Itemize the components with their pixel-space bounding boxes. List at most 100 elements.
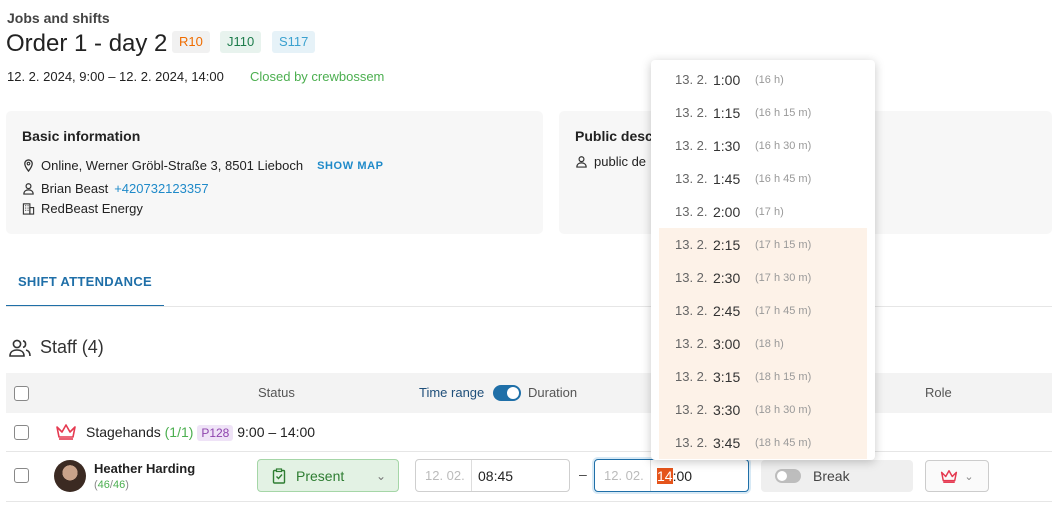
location-row: Online, Werner Gröbl-Straße 3, 8501 Lieb… (22, 158, 384, 173)
option-time: 1:30 (713, 137, 741, 154)
option-time: 3:00 (713, 335, 741, 352)
time-range-duration-toggle[interactable] (485, 384, 525, 402)
option-time: 2:30 (713, 269, 741, 286)
option-date: 13. 2. (675, 105, 708, 120)
option-time: 2:45 (713, 302, 741, 319)
show-map-link[interactable]: SHOW MAP (317, 160, 384, 172)
time-option[interactable]: 13. 2. 2:15 (17 h 15 m) (659, 228, 867, 261)
column-duration: Duration (528, 385, 578, 400)
option-duration: (16 h 15 m) (755, 106, 812, 119)
option-date: 13. 2. (675, 435, 708, 450)
status-select[interactable]: Present ⌄ (257, 459, 399, 492)
time-option[interactable]: 13. 2. 3:00 (18 h) (659, 327, 867, 360)
avatar[interactable] (54, 460, 86, 492)
option-duration: (17 h 45 m) (755, 304, 812, 317)
public-description-text: public de (594, 154, 647, 169)
option-duration: (16 h 45 m) (755, 172, 812, 185)
option-duration: (16 h 30 m) (755, 139, 812, 152)
person-name[interactable]: Heather Harding (94, 461, 195, 476)
option-date: 13. 2. (675, 369, 708, 384)
time-option[interactable]: 13. 2. 3:15 (18 h 15 m) (659, 360, 867, 393)
end-date: 12. 02. (595, 460, 651, 491)
staff-heading: Staff (4) (8, 337, 104, 358)
basic-info-title: Basic information (22, 128, 141, 144)
closed-by-status: Closed by crewbossem (250, 69, 385, 84)
company-name: RedBeast Energy (41, 201, 143, 216)
row-divider (6, 501, 1052, 502)
person-icon (576, 156, 587, 168)
time-option[interactable]: 13. 2. 3:45 (18 h 45 m) (659, 426, 867, 459)
option-date: 13. 2. (675, 303, 708, 318)
option-duration: (16 h) (755, 73, 784, 86)
status-label: Present (296, 467, 345, 484)
option-date: 13. 2. (675, 204, 708, 219)
contact-name: Brian Beast (41, 181, 109, 196)
contact-row: Brian Beast +420732123357 (22, 181, 209, 196)
end-time-minutes: :00 (672, 467, 693, 484)
contact-phone-link[interactable]: +420732123357 (114, 181, 208, 196)
tag-r: R10 (172, 31, 210, 53)
start-time[interactable]: 08:45 (472, 468, 513, 484)
group-label: Stagehands (86, 424, 161, 440)
option-time: 1:45 (713, 170, 741, 187)
group-time: 9:00 – 14:00 (237, 424, 316, 440)
crown-icon (941, 469, 958, 483)
chevron-down-icon: ⌄ (964, 470, 974, 483)
role-select[interactable]: ⌄ (925, 460, 989, 492)
people-icon (9, 339, 31, 357)
column-time-range: Time range (419, 385, 485, 400)
shift-count-a: 46 (97, 479, 110, 491)
person-icon (23, 183, 34, 195)
page-title: Order 1 - day 2 (6, 30, 168, 57)
group-checkbox[interactable] (14, 425, 29, 440)
break-label: Break (813, 468, 850, 484)
option-duration: (17 h 15 m) (755, 238, 812, 251)
date-range: 12. 2. 2024, 9:00 – 12. 2. 2024, 14:00 (7, 69, 224, 84)
option-date: 13. 2. (675, 402, 708, 417)
time-option[interactable]: 13. 2. 1:15 (16 h 15 m) (659, 96, 867, 129)
option-time: 1:00 (713, 71, 741, 88)
company-row: RedBeast Energy (22, 201, 143, 216)
row-divider (6, 451, 1052, 452)
time-option[interactable]: 13. 2. 2:30 (17 h 30 m) (659, 261, 867, 294)
tabs-divider (6, 306, 1052, 307)
person-checkbox[interactable] (14, 468, 29, 483)
option-time: 1:15 (713, 104, 741, 121)
range-separator: – (579, 466, 587, 482)
building-icon (22, 203, 35, 215)
option-date: 13. 2. (675, 171, 708, 186)
time-option[interactable]: 13. 2. 2:00 (17 h) (659, 195, 867, 228)
option-duration: (18 h) (755, 337, 784, 350)
option-date: 13. 2. (675, 270, 708, 285)
tab-shift-attendance[interactable]: SHIFT ATTENDANCE (6, 263, 164, 307)
option-duration: (18 h 15 m) (755, 370, 812, 383)
time-option[interactable]: 13. 2. 1:00 (16 h) (659, 63, 867, 96)
time-option[interactable]: 13. 2. 3:30 (18 h 30 m) (659, 393, 867, 426)
option-date: 13. 2. (675, 336, 708, 351)
end-time[interactable]: 14:00 (651, 467, 693, 484)
option-duration: (17 h 30 m) (755, 271, 812, 284)
time-option[interactable]: 13. 2. 1:45 (16 h 45 m) (659, 162, 867, 195)
start-time-input[interactable]: 12. 02. 08:45 (415, 459, 570, 492)
time-option[interactable]: 13. 2. 1:30 (16 h 30 m) (659, 129, 867, 162)
location-pin-icon (24, 159, 33, 172)
tag-j: J110 (220, 31, 262, 53)
break-switch[interactable] (775, 469, 801, 483)
option-duration: (17 h) (755, 205, 784, 218)
end-time-input[interactable]: 12. 02. 14:00 (594, 459, 749, 492)
option-date: 13. 2. (675, 72, 708, 87)
breadcrumb[interactable]: Jobs and shifts (7, 10, 110, 26)
time-option[interactable]: 13. 2. 2:45 (17 h 45 m) (659, 294, 867, 327)
break-toggle[interactable]: Break (761, 460, 913, 492)
option-time: 2:00 (713, 203, 741, 220)
group-name: Stagehands (1/1) P128 9:00 – 14:00 (86, 424, 316, 441)
tag-s: S117 (272, 31, 316, 53)
option-time: 3:30 (713, 401, 741, 418)
public-description-title: Public desc (575, 128, 653, 144)
staff-title: Staff (4) (40, 337, 104, 357)
select-all-checkbox[interactable] (14, 386, 29, 401)
location-text: Online, Werner Gröbl-Straße 3, 8501 Lieb… (41, 158, 304, 173)
crown-icon (55, 423, 77, 446)
public-description-row: public de (575, 154, 646, 169)
person-shift-count: (46/46) (94, 479, 129, 491)
